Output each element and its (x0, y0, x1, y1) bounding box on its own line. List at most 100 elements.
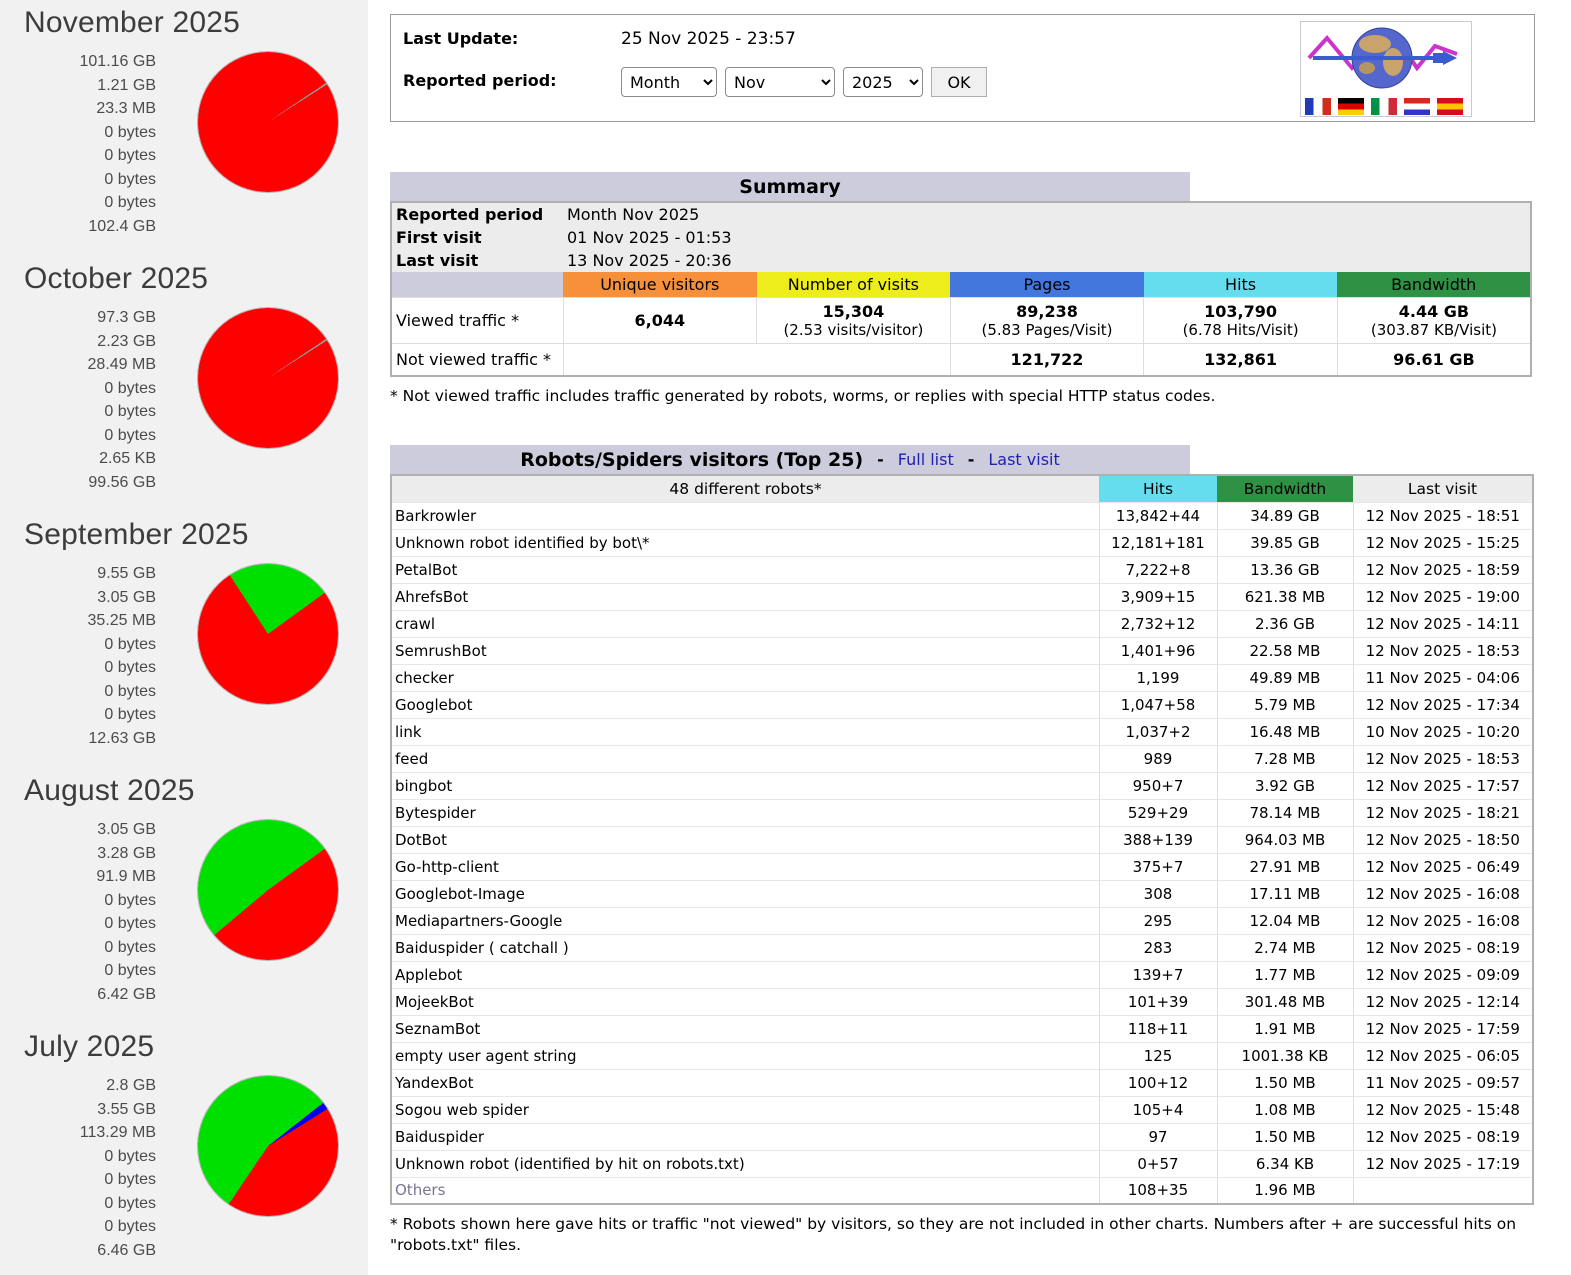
period-month-select[interactable]: Nov (725, 67, 835, 97)
robot-row: crawl2,732+122.36 GB12 Nov 2025 - 14:11 (391, 610, 1533, 637)
summary-main-value: 6,044 (564, 311, 757, 330)
month-traffic-values: 97.3 GB2.23 GB28.49 MB0 bytes0 bytes0 by… (24, 306, 156, 494)
summary-column-header: Number of visits (757, 272, 951, 298)
robot-bandwidth: 2.36 GB (1217, 610, 1353, 637)
summary-columns-row: Unique visitorsNumber of visitsPagesHits… (391, 272, 1531, 298)
robot-hits: 989 (1099, 745, 1217, 772)
robot-row: YandexBot100+121.50 MB11 Nov 2025 - 09:5… (391, 1069, 1533, 1096)
robot-last-visit: 12 Nov 2025 - 18:53 (1353, 745, 1533, 772)
robot-name: Mediapartners-Google (391, 907, 1099, 934)
robot-hits: 2,732+12 (1099, 610, 1217, 637)
summary-info-value: Month Nov 2025 (563, 202, 1531, 226)
robot-last-visit: 12 Nov 2025 - 18:21 (1353, 799, 1533, 826)
traffic-value: 2.65 KB (24, 447, 156, 471)
robot-row: SemrushBot1,401+9622.58 MB12 Nov 2025 - … (391, 637, 1533, 664)
month-traffic-values: 3.05 GB3.28 GB91.9 MB0 bytes0 bytes0 byt… (24, 818, 156, 1006)
traffic-pie-chart (198, 820, 338, 960)
robot-last-visit: 12 Nov 2025 - 17:59 (1353, 1015, 1533, 1042)
flag-netherlands (1404, 98, 1430, 115)
awstats-logo (1300, 21, 1472, 117)
robot-name: feed (391, 745, 1099, 772)
period-type-select[interactable]: Month (621, 67, 717, 97)
traffic-value: 3.55 GB (24, 1098, 156, 1122)
summary-sub-value: (2.53 visits/visitor) (757, 321, 950, 339)
traffic-value: 0 bytes (24, 121, 156, 145)
robot-bandwidth: 5.79 MB (1217, 691, 1353, 718)
traffic-value: 0 bytes (24, 424, 156, 448)
summary-value-cell: 132,861 (1144, 344, 1338, 377)
traffic-value: 113.29 MB (24, 1121, 156, 1145)
robot-row: link1,037+216.48 MB10 Nov 2025 - 10:20 (391, 718, 1533, 745)
robot-hits: 125 (1099, 1042, 1217, 1069)
robot-bandwidth: 27.91 MB (1217, 853, 1353, 880)
month-summary-block: October 2025 97.3 GB2.23 GB28.49 MB0 byte… (24, 262, 368, 494)
robot-row: bingbot950+73.92 GB12 Nov 2025 - 17:57 (391, 772, 1533, 799)
robot-row: checker1,19949.89 MB11 Nov 2025 - 04:06 (391, 664, 1533, 691)
summary-column-header: Bandwidth (1337, 272, 1531, 298)
robot-row: AhrefsBot3,909+15621.38 MB12 Nov 2025 - … (391, 583, 1533, 610)
robot-last-visit: 12 Nov 2025 - 15:25 (1353, 529, 1533, 556)
robot-bandwidth: 1001.38 KB (1217, 1042, 1353, 1069)
summary-info-value: 01 Nov 2025 - 01:53 (563, 226, 1531, 249)
robot-bandwidth: 34.89 GB (1217, 502, 1353, 529)
flag-france (1305, 98, 1331, 115)
summary-main-value: 4.44 GB (1338, 302, 1530, 321)
summary-table: Reported periodMonth Nov 2025First visit… (390, 201, 1532, 377)
summary-info-value: 13 Nov 2025 - 20:36 (563, 249, 1531, 272)
robot-hits: 1,047+58 (1099, 691, 1217, 718)
month-summary-block: August 20253.05 GB3.28 GB91.9 MB0 bytes0… (24, 774, 368, 1006)
robot-bandwidth: 1.96 MB (1217, 1177, 1353, 1204)
robot-hits: 105+4 (1099, 1096, 1217, 1123)
robot-name: PetalBot (391, 556, 1099, 583)
full-list-link[interactable]: Full list (898, 450, 954, 469)
robot-bandwidth: 78.14 MB (1217, 799, 1353, 826)
traffic-value: 3.28 GB (24, 842, 156, 866)
robot-row: empty user agent string1251001.38 KB12 N… (391, 1042, 1533, 1069)
robot-hits: 139+7 (1099, 961, 1217, 988)
robot-last-visit: 12 Nov 2025 - 18:59 (1353, 556, 1533, 583)
robot-row: SeznamBot118+111.91 MB12 Nov 2025 - 17:5… (391, 1015, 1533, 1042)
last-update-label: Last Update: (403, 25, 621, 49)
last-visit-link[interactable]: Last visit (988, 450, 1059, 469)
robot-name: SeznamBot (391, 1015, 1099, 1042)
robot-hits: 12,181+181 (1099, 529, 1217, 556)
period-year-select[interactable]: 2025 (843, 67, 923, 97)
robot-row: Barkrowler13,842+4434.89 GB12 Nov 2025 -… (391, 502, 1533, 529)
robot-last-visit: 12 Nov 2025 - 17:57 (1353, 772, 1533, 799)
summary-sub-value: (6.78 Hits/Visit) (1144, 321, 1337, 339)
separator-dash: - (877, 450, 884, 469)
month-title: October 2025 (24, 262, 368, 296)
robot-last-visit: 12 Nov 2025 - 14:11 (1353, 610, 1533, 637)
traffic-value: 0 bytes (24, 959, 156, 983)
robot-name: Googlebot (391, 691, 1099, 718)
traffic-value: 6.46 GB (24, 1239, 156, 1263)
robot-name: Unknown robot identified by bot\* (391, 529, 1099, 556)
summary-value-cell: 6,044 (563, 298, 757, 344)
traffic-value: 3.05 GB (24, 586, 156, 610)
robot-name: Barkrowler (391, 502, 1099, 529)
robot-row: Applebot139+71.77 MB12 Nov 2025 - 09:09 (391, 961, 1533, 988)
robot-last-visit: 12 Nov 2025 - 16:08 (1353, 907, 1533, 934)
robot-bandwidth: 7.28 MB (1217, 745, 1353, 772)
robot-hits: 388+139 (1099, 826, 1217, 853)
summary-info-label: Reported period (391, 202, 563, 226)
traffic-value: 0 bytes (24, 912, 156, 936)
month-traffic-values: 9.55 GB3.05 GB35.25 MB0 bytes0 bytes0 by… (24, 562, 156, 750)
robot-bandwidth: 2.74 MB (1217, 934, 1353, 961)
traffic-value: 3.05 GB (24, 818, 156, 842)
summary-column-header: Unique visitors (563, 272, 757, 298)
traffic-value: 6.42 GB (24, 983, 156, 1007)
month-summary-block: July 20252.8 GB3.55 GB113.29 MB0 bytes0 … (24, 1030, 368, 1262)
traffic-value: 91.9 MB (24, 865, 156, 889)
ok-button[interactable]: OK (931, 67, 987, 97)
summary-sub-value: (303.87 KB/Visit) (1338, 321, 1530, 339)
traffic-value: 12.63 GB (24, 727, 156, 751)
traffic-value: 1.21 GB (24, 74, 156, 98)
traffic-pie-chart (198, 1076, 338, 1216)
traffic-pie-chart (198, 308, 338, 448)
robot-last-visit: 12 Nov 2025 - 15:48 (1353, 1096, 1533, 1123)
robot-row: Googlebot1,047+585.79 MB12 Nov 2025 - 17… (391, 691, 1533, 718)
report-header-box: Last Update: 25 Nov 2025 - 23:57 Reporte… (390, 14, 1535, 122)
robot-bandwidth: 6.34 KB (1217, 1150, 1353, 1177)
traffic-value: 9.55 GB (24, 562, 156, 586)
